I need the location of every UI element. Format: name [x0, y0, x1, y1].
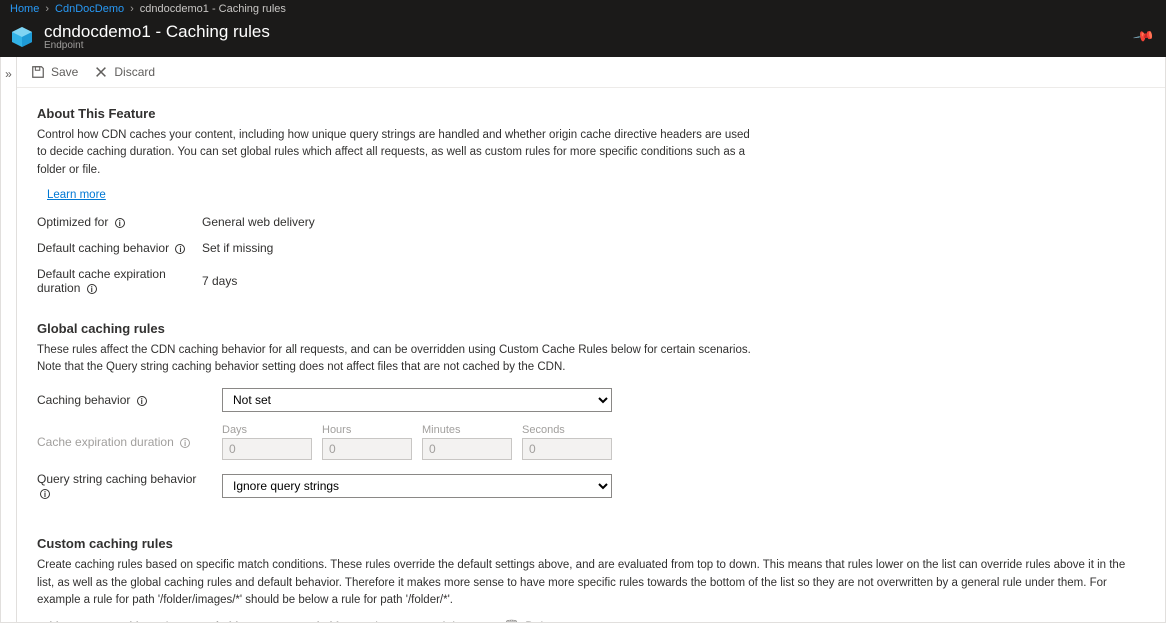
breadcrumb-home[interactable]: Home [10, 3, 39, 15]
command-bar: Save Discard [17, 57, 1165, 88]
rules-toolbar: ↑Move up ↓Move down ⇞Move to top ⇟Move t… [37, 609, 1145, 622]
caching-behavior-select[interactable]: Not set [222, 388, 612, 412]
discard-icon [94, 65, 108, 79]
breadcrumb-parent[interactable]: CdnDocDemo [55, 3, 124, 15]
default-behavior-label: Default caching behavior i [37, 241, 202, 255]
trash-icon: 🗑 [504, 619, 519, 622]
info-icon[interactable]: i [180, 438, 190, 448]
info-icon[interactable]: i [115, 218, 125, 228]
query-string-select[interactable]: Ignore query strings [222, 474, 612, 498]
learn-more-link[interactable]: Learn more [47, 189, 106, 201]
endpoint-icon [10, 25, 34, 49]
delete-button[interactable]: 🗑Delete [504, 619, 560, 622]
default-expiration-value: 7 days [202, 274, 237, 288]
default-expiration-label: Default cache expiration duration i [37, 267, 202, 295]
caching-behavior-label: Caching behavior i [37, 393, 212, 407]
default-behavior-value: Set if missing [202, 241, 273, 255]
seconds-label: Seconds [522, 424, 612, 436]
page-title: cdndocdemo1 - Caching rules [44, 22, 270, 42]
optimized-for-value: General web delivery [202, 215, 315, 229]
about-heading: About This Feature [37, 106, 1145, 121]
chevron-right-icon: › [130, 3, 134, 15]
discard-label: Discard [114, 65, 155, 79]
custom-rules-text: Create caching rules based on specific m… [37, 557, 1145, 609]
global-rules-heading: Global caching rules [37, 321, 1145, 336]
pin-icon[interactable]: 📌 [1131, 25, 1155, 49]
arrow-bottom-icon: ⇟ [313, 619, 323, 622]
days-input [222, 438, 312, 460]
info-icon[interactable]: i [40, 489, 50, 499]
arrow-up-icon: ↑ [37, 619, 43, 622]
discard-button[interactable]: Discard [94, 65, 155, 79]
global-rules-text: These rules affect the CDN caching behav… [37, 342, 757, 377]
hours-input [322, 438, 412, 460]
minutes-label: Minutes [422, 424, 512, 436]
save-button[interactable]: Save [31, 65, 78, 79]
minutes-input [422, 438, 512, 460]
insert-icon: ⋰ [434, 619, 446, 622]
move-up-button[interactable]: ↑Move up [37, 619, 95, 622]
arrow-down-icon: ↓ [117, 619, 123, 622]
info-icon[interactable]: i [175, 244, 185, 254]
custom-rules-heading: Custom caching rules [37, 536, 1145, 551]
move-down-button[interactable]: ↓Move down [117, 619, 190, 622]
info-icon[interactable]: i [137, 396, 147, 406]
insert-button[interactable]: ⋰Insert [434, 619, 482, 622]
arrow-top-icon: ⇞ [212, 619, 222, 622]
title-bar: cdndocdemo1 - Caching rules Endpoint 📌 [0, 18, 1166, 57]
breadcrumb-current: cdndocdemo1 - Caching rules [140, 3, 286, 15]
chevron-right-icon: › [45, 3, 49, 15]
expand-sidebar-button[interactable]: » [1, 57, 17, 622]
cache-expiration-label: Cache expiration duration i [37, 435, 212, 449]
query-string-label: Query string caching behavior i [37, 472, 212, 500]
move-bottom-button[interactable]: ⇟Move to bottom [313, 619, 412, 622]
info-icon[interactable]: i [87, 284, 97, 294]
hours-label: Hours [322, 424, 412, 436]
save-icon [31, 65, 45, 79]
optimized-for-label: Optimized for i [37, 215, 202, 229]
about-text: Control how CDN caches your content, inc… [37, 127, 757, 179]
save-label: Save [51, 65, 78, 79]
breadcrumb: Home › CdnDocDemo › cdndocdemo1 - Cachin… [0, 0, 1166, 18]
days-label: Days [222, 424, 312, 436]
seconds-input [522, 438, 612, 460]
move-top-button[interactable]: ⇞Move to top [212, 619, 291, 622]
